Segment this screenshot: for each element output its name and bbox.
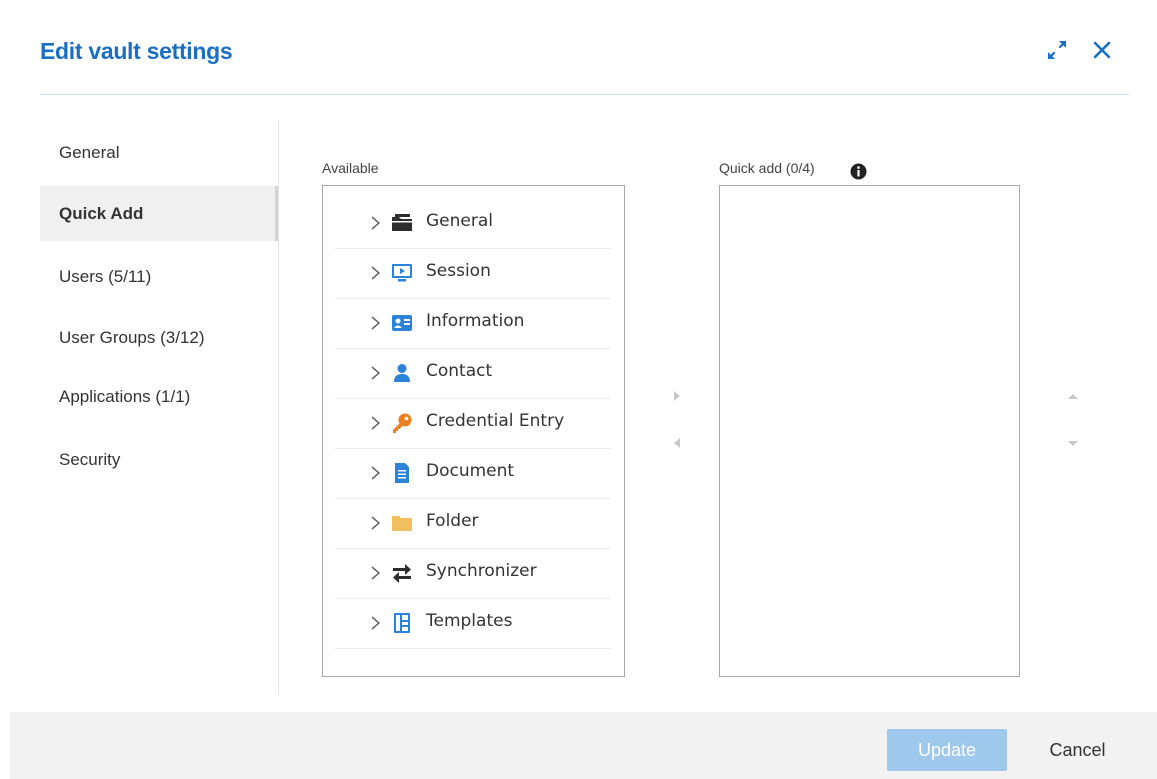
move-up-arrow-icon[interactable] xyxy=(1066,391,1080,401)
available-list: General Session Information Contact Cred… xyxy=(322,185,625,677)
tree-item-label: Contact xyxy=(426,361,493,381)
tree-item-label: Credential Entry xyxy=(426,411,565,431)
person-icon xyxy=(394,364,410,382)
chevron-right-icon[interactable] xyxy=(368,413,384,433)
sidebar-item-security[interactable]: Security xyxy=(40,432,276,487)
chevron-right-icon[interactable] xyxy=(368,463,384,483)
tree-item-synchronizer[interactable]: Synchronizer xyxy=(335,548,611,599)
tree-item-label: Folder xyxy=(426,511,479,531)
sidebar-item-user-groups[interactable]: User Groups (3/12) xyxy=(40,310,276,365)
chevron-right-icon[interactable] xyxy=(368,363,384,383)
header-actions xyxy=(1045,38,1113,62)
tree-item-label: Templates xyxy=(426,611,513,631)
sidebar-item-general[interactable]: General xyxy=(40,125,276,180)
tree-item-contact[interactable]: Contact xyxy=(335,348,611,399)
quick-add-list[interactable] xyxy=(719,185,1020,677)
move-right-arrow-icon[interactable] xyxy=(671,389,683,403)
expand-icon[interactable] xyxy=(1045,38,1069,62)
folder-dark-icon xyxy=(392,214,412,231)
settings-sidebar: General Quick Add Users (5/11) User Grou… xyxy=(40,120,279,695)
tree-item-credential-entry[interactable]: Credential Entry xyxy=(335,398,611,449)
information-card-icon xyxy=(392,315,412,331)
tree-item-templates[interactable]: Templates xyxy=(335,598,611,649)
templates-icon xyxy=(394,613,410,633)
tree-item-general[interactable]: General xyxy=(335,198,611,249)
session-monitor-icon xyxy=(392,264,412,282)
cancel-button[interactable]: Cancel xyxy=(1030,729,1125,771)
key-icon xyxy=(393,413,412,433)
document-icon xyxy=(395,463,409,483)
chevron-right-icon[interactable] xyxy=(368,613,384,633)
dialog-footer: Update Cancel xyxy=(10,712,1157,779)
tree-item-label: Document xyxy=(426,461,515,481)
chevron-right-icon[interactable] xyxy=(368,213,384,233)
update-button[interactable]: Update xyxy=(887,729,1007,771)
tree-item-folder[interactable]: Folder xyxy=(335,498,611,549)
chevron-right-icon[interactable] xyxy=(368,563,384,583)
chevron-right-icon[interactable] xyxy=(368,263,384,283)
folder-icon xyxy=(392,516,412,531)
move-left-arrow-icon[interactable] xyxy=(671,436,683,450)
chevron-right-icon[interactable] xyxy=(368,313,384,333)
sidebar-item-applications[interactable]: Applications (1/1) xyxy=(40,369,276,424)
tree-item-label: Session xyxy=(426,261,491,281)
available-label: Available xyxy=(322,160,379,176)
quick-add-label: Quick add (0/4) xyxy=(719,160,815,176)
header-divider xyxy=(40,94,1129,95)
tree-item-information[interactable]: Information xyxy=(335,298,611,349)
chevron-right-icon[interactable] xyxy=(368,513,384,533)
info-icon[interactable] xyxy=(850,163,867,180)
move-down-arrow-icon[interactable] xyxy=(1066,439,1080,449)
tree-item-label: Information xyxy=(426,311,525,331)
sidebar-item-users[interactable]: Users (5/11) xyxy=(40,249,276,304)
dialog-title: Edit vault settings xyxy=(40,38,233,64)
tree-item-document[interactable]: Document xyxy=(335,448,611,499)
close-icon[interactable] xyxy=(1091,39,1113,61)
tree-item-label: General xyxy=(426,211,493,231)
tree-item-label: Synchronizer xyxy=(426,561,537,581)
sidebar-item-quick-add[interactable]: Quick Add xyxy=(40,186,278,241)
tree-item-session[interactable]: Session xyxy=(335,248,611,299)
sync-arrows-icon xyxy=(393,564,411,583)
